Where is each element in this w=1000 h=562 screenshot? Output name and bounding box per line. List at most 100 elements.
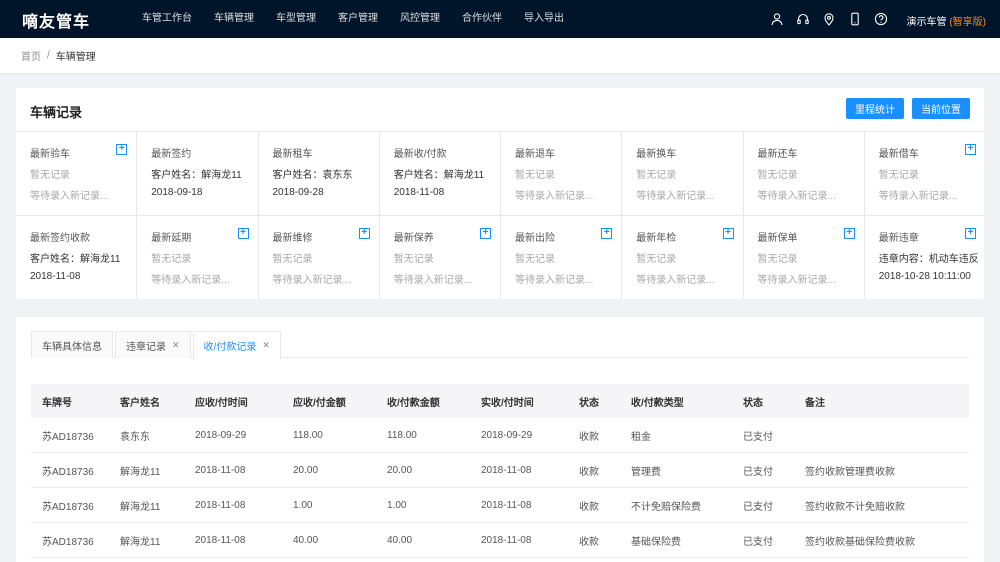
record-title: 最新收/付款 xyxy=(393,149,447,160)
detail-tabs: 车辆具体信息 违章记录 ✕ 收/付款记录 ✕ xyxy=(31,331,969,359)
main-nav: 车管工作台 车辆管理 车型管理 客户管理 风控管理 合作伙伴 导入导出 xyxy=(131,0,575,38)
record-line-1: 暂无记录 xyxy=(515,170,555,181)
record-cell[interactable]: 最新年检 暂无记录 等待录入新记录... + xyxy=(622,216,744,299)
record-line-1: 客户姓名：袁东东 xyxy=(272,170,353,181)
record-line-2: 等待录入新记录... xyxy=(757,191,836,202)
record-cell[interactable]: 最新违章 违章内容：机动车违反 2018-10-28 10:11:00 + xyxy=(865,216,984,299)
plus-icon[interactable]: + xyxy=(237,228,249,239)
table-cell: 签约收款基础保险费收款 xyxy=(805,536,915,548)
table-cell: 苏AD18736 xyxy=(42,431,94,443)
column-header: 收/付款金额 xyxy=(387,397,440,409)
payments-table: 车牌号 客户姓名 应收/付时间 应收/付金额 收/付款金额 实收/付时间 状态 收/付款类型 状… xyxy=(31,384,969,558)
plus-icon[interactable]: + xyxy=(116,144,128,155)
column-header: 状态 xyxy=(743,397,763,409)
table-cell: 管理费 xyxy=(631,466,661,478)
table-cell: 已支付 xyxy=(743,431,773,443)
close-icon[interactable]: ✕ xyxy=(172,340,180,351)
table-row[interactable]: 苏AD18736 解海龙11 2018-11-08 20.00 20.00 2018-11… xyxy=(31,453,969,488)
record-line-1: 暂无记录 xyxy=(30,170,70,181)
table-cell: 苏AD18736 xyxy=(42,501,94,513)
record-cell[interactable]: 最新出险 暂无记录 等待录入新记录... + xyxy=(501,216,623,299)
plus-icon[interactable]: + xyxy=(843,228,855,239)
record-cell[interactable]: 最新维修 暂无记录 等待录入新记录... + xyxy=(259,216,380,299)
column-header: 备注 xyxy=(805,397,825,409)
record-line-1: 客户姓名：解海龙11 xyxy=(151,170,242,181)
app-logo[interactable]: 嘀友管车 xyxy=(22,8,90,32)
close-icon[interactable]: ✕ xyxy=(262,340,270,351)
location-pin-icon[interactable] xyxy=(822,12,836,26)
record-line-1: 暂无记录 xyxy=(878,170,919,181)
table-cell: 收款 xyxy=(579,466,599,478)
help-icon[interactable] xyxy=(874,12,888,26)
plus-icon[interactable]: + xyxy=(722,228,734,239)
nav-item-partners[interactable]: 合作伙伴 xyxy=(462,0,502,38)
table-cell: 40.00 xyxy=(387,534,413,546)
table-cell: 签约收款不计免赔收款 xyxy=(805,501,905,513)
records-grid: 最新验车 暂无记录 等待录入新记录... + 最新签约 客户姓名：解海龙11 2018-09… xyxy=(16,131,984,299)
column-header: 应收/付金额 xyxy=(293,397,346,409)
record-line-2: 等待录入新记录... xyxy=(636,275,715,286)
table-cell: 已支付 xyxy=(743,536,773,548)
headset-icon[interactable] xyxy=(796,12,810,26)
record-cell[interactable]: 最新换车 暂无记录 等待录入新记录... xyxy=(622,132,744,215)
breadcrumb-home[interactable]: 首页 xyxy=(21,48,41,63)
record-line-2: 等待录入新记录... xyxy=(151,275,230,286)
record-line-2: 等待录入新记录... xyxy=(757,275,836,286)
table-cell: 已支付 xyxy=(743,466,773,478)
nav-item-risk[interactable]: 风控管理 xyxy=(400,0,440,38)
table-cell: 2018-11-08 xyxy=(195,534,246,546)
record-cell[interactable]: 最新保单 暂无记录 等待录入新记录... + xyxy=(744,216,865,299)
record-cell[interactable]: 最新验车 暂无记录 等待录入新记录... + xyxy=(16,132,138,215)
phone-icon[interactable] xyxy=(848,12,862,26)
record-line-1: 暂无记录 xyxy=(393,254,434,265)
nav-item-models[interactable]: 车型管理 xyxy=(276,0,316,38)
record-cell[interactable]: 最新退车 暂无记录 等待录入新记录... xyxy=(501,132,623,215)
table-row[interactable]: 苏AD18736 袁东东 2018-09-29 118.00 118.00 2018-09… xyxy=(31,418,969,453)
nav-item-customers[interactable]: 客户管理 xyxy=(338,0,378,38)
table-row[interactable]: 苏AD18736 解海龙11 2018-11-08 1.00 1.00 2018-11-0… xyxy=(31,488,969,523)
plus-icon[interactable]: + xyxy=(480,228,491,239)
breadcrumb: 首页 / 车辆管理 xyxy=(0,38,1000,74)
nav-item-import-export[interactable]: 导入导出 xyxy=(524,0,564,38)
records-row: 最新验车 暂无记录 等待录入新记录... + 最新签约 客户姓名：解海龙11 2018-09… xyxy=(16,132,984,216)
table-cell: 2018-11-08 xyxy=(195,499,246,511)
user-menu[interactable]: 演示车管 (智享版) xyxy=(907,13,986,28)
table-cell: 解海龙11 xyxy=(120,536,161,548)
tab[interactable]: 违章记录 ✕ xyxy=(115,331,191,358)
table-cell: 收款 xyxy=(579,536,599,548)
table-cell: 2018-09-29 xyxy=(195,429,247,441)
table-cell: 不计免赔保险费 xyxy=(631,501,701,513)
mileage-stats-button[interactable]: 里程统计 xyxy=(846,98,904,119)
tab[interactable]: 车辆具体信息 xyxy=(31,331,113,358)
detail-card: 车辆具体信息 违章记录 ✕ 收/付款记录 ✕ 车牌号 客户姓名 应收/付时间 应收/付金额 收/… xyxy=(16,317,984,562)
tab[interactable]: 收/付款记录 ✕ xyxy=(192,331,281,359)
record-line-2: 等待录入新记录... xyxy=(393,275,473,286)
user-icon[interactable] xyxy=(770,12,784,26)
table-cell: 1.00 xyxy=(293,499,313,511)
table-cell: 收款 xyxy=(579,501,599,513)
breadcrumb-separator: / xyxy=(47,50,50,61)
plus-icon[interactable]: + xyxy=(358,228,370,239)
table-cell: 袁东东 xyxy=(120,431,150,443)
record-line-1: 暂无记录 xyxy=(636,254,677,265)
breadcrumb-current: 车辆管理 xyxy=(55,52,96,63)
record-cell[interactable]: 最新签约收款 客户姓名：解海龙11 2018-11-08 xyxy=(16,216,138,299)
table-cell: 118.00 xyxy=(293,429,323,441)
record-cell[interactable]: 最新保养 暂无记录 等待录入新记录... + xyxy=(380,216,501,299)
table-row[interactable]: 苏AD18736 解海龙11 2018-11-08 40.00 40.00 2018-11… xyxy=(31,523,969,558)
plus-icon[interactable]: + xyxy=(965,144,976,155)
table-cell: 20.00 xyxy=(387,464,413,476)
record-cell[interactable]: 最新借车 暂无记录 等待录入新记录... + xyxy=(865,132,984,215)
plus-icon[interactable]: + xyxy=(965,228,976,239)
record-cell[interactable]: 最新延期 暂无记录 等待录入新记录... + xyxy=(137,216,259,299)
record-cell[interactable]: 最新收/付款 客户姓名：解海龙11 2018-11-08 xyxy=(380,132,501,215)
record-cell[interactable]: 最新还车 暂无记录 等待录入新记录... xyxy=(744,132,865,215)
nav-item-vehicles[interactable]: 车辆管理 xyxy=(214,0,254,38)
record-cell[interactable]: 最新租车 客户姓名：袁东东 2018-09-28 xyxy=(259,132,380,215)
table-cell: 签约收款管理费收款 xyxy=(805,466,895,478)
record-cell[interactable]: 最新签约 客户姓名：解海龙11 2018-09-18 xyxy=(137,132,259,215)
current-location-button[interactable]: 当前位置 xyxy=(912,98,970,119)
nav-item-workbench[interactable]: 车管工作台 xyxy=(142,0,192,38)
record-line-2: 等待录入新记录... xyxy=(515,275,594,286)
plus-icon[interactable]: + xyxy=(601,228,613,239)
